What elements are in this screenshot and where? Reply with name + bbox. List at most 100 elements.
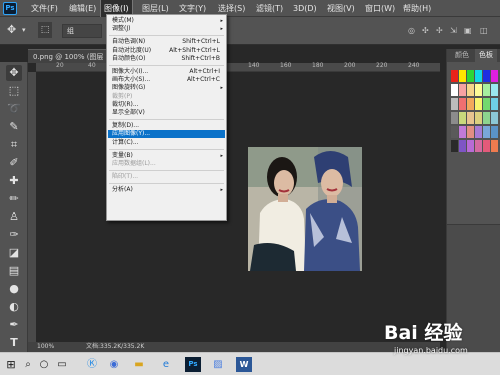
auto-select-icon[interactable]: ⬚ [38,22,52,38]
image-menu-item[interactable]: 画布大小(S)... Alt+Ctrl+C [108,76,225,84]
menu-3d[interactable]: 3D(D) [290,0,320,17]
image-menu-item[interactable]: 模式(M) ▸ [108,17,225,25]
color-swatch[interactable] [475,112,482,124]
3d-pan-icon[interactable]: ✢ [436,26,443,35]
color-swatch[interactable] [467,98,474,110]
image-menu-item[interactable]: 陷印(T)... [108,173,225,181]
blur-tool[interactable]: ● [6,281,22,297]
clone-stamp-tool[interactable]: ♙ [6,209,22,225]
menu-edit[interactable]: 编辑(E) [66,0,99,17]
menu-window[interactable]: 窗口(W) [362,0,398,17]
color-swatch[interactable] [451,98,458,110]
video-icon[interactable]: ◫ [480,26,488,35]
3d-scale-icon[interactable]: ▣ [464,26,472,35]
history-brush-tool[interactable]: ✑ [6,227,22,243]
color-swatch[interactable] [475,84,482,96]
crop-tool[interactable]: ⌗ [6,137,22,153]
image-menu-item[interactable]: 自动色调(N) Shift+Ctrl+L [108,38,225,46]
move-tool-icon[interactable]: ✥ [7,23,16,36]
lasso-tool[interactable]: ➰ [6,101,22,117]
color-swatch[interactable] [491,70,498,82]
color-swatch[interactable] [459,112,466,124]
3d-rotate-icon[interactable]: ✣ [422,26,429,35]
color-swatch[interactable] [491,126,498,138]
gradient-tool[interactable]: ▤ [6,263,22,279]
color-swatch[interactable] [491,140,498,152]
image-menu-item[interactable]: 应用数据组(L)... [108,160,225,168]
menu-view[interactable]: 视图(V) [324,0,358,17]
edge-icon[interactable]: e [158,357,174,372]
color-swatch[interactable] [451,112,458,124]
image-menu-item[interactable]: 裁剪(P) [108,93,225,101]
move-tool[interactable]: ✥ [6,65,22,81]
color-swatch[interactable] [467,112,474,124]
image-menu-item[interactable]: 变量(B) ▸ [108,152,225,160]
image-menu-item[interactable]: 图像旋转(G) ▸ [108,84,225,92]
color-swatch[interactable] [459,70,466,82]
image-menu-item[interactable]: 自动颜色(O) Shift+Ctrl+B [108,55,225,63]
image-menu-item[interactable]: 图像大小(I)... Alt+Ctrl+I [108,68,225,76]
color-swatch[interactable] [467,70,474,82]
color-swatch[interactable] [483,112,490,124]
tab-color[interactable]: 颜色 [451,49,473,62]
menu-help[interactable]: 帮助(H) [400,0,434,17]
3d-slide-icon[interactable]: ⇲ [450,26,457,35]
color-swatch[interactable] [459,140,466,152]
color-swatch[interactable] [451,126,458,138]
brush-tool[interactable]: ✏ [6,191,22,207]
search-icon[interactable]: ⌕ [20,357,36,372]
canvas-area[interactable] [36,72,440,342]
color-swatch[interactable] [459,126,466,138]
color-swatch[interactable] [459,84,466,96]
document-image[interactable] [248,147,362,271]
marquee-tool[interactable]: ⬚ [6,83,22,99]
auto-select-dropdown[interactable]: 组 [62,24,102,38]
task-view-icon[interactable]: ▭ [54,357,70,372]
file-explorer-icon[interactable]: ▬ [131,357,147,372]
color-swatch[interactable] [491,84,498,96]
image-menu-item[interactable]: 调整(J) ▸ [108,25,225,33]
image-menu-item[interactable]: 复制(D)... [108,122,225,130]
app-k-icon[interactable]: Ⓚ [84,357,100,372]
pen-tool[interactable]: ✒ [6,317,22,333]
color-swatch[interactable] [483,98,490,110]
windows-start-icon[interactable]: ⊞ [3,357,19,372]
color-swatch[interactable] [467,140,474,152]
color-swatch[interactable] [459,98,466,110]
chevron-down-icon[interactable]: ▾ [22,26,26,34]
color-swatch[interactable] [483,70,490,82]
tab-swatches[interactable]: 色板 [475,49,497,62]
image-menu-item[interactable]: 自动对比度(U) Alt+Shift+Ctrl+L [108,47,225,55]
color-swatch[interactable] [475,140,482,152]
browser-icon[interactable]: ◉ [106,357,122,372]
dodge-tool[interactable]: ◐ [6,299,22,315]
color-swatch[interactable] [475,126,482,138]
type-tool[interactable]: T [6,335,22,351]
image-menu-item[interactable]: 应用图像(Y)... [108,130,225,139]
image-menu-item[interactable]: 计算(C)... [108,139,225,147]
color-swatch[interactable] [483,140,490,152]
color-swatch[interactable] [451,70,458,82]
color-swatch[interactable] [451,84,458,96]
color-swatch[interactable] [475,98,482,110]
color-swatch[interactable] [467,126,474,138]
eraser-tool[interactable]: ◪ [6,245,22,261]
menu-filter[interactable]: 滤镜(T) [253,0,286,17]
color-swatch[interactable] [451,140,458,152]
color-swatch[interactable] [491,98,498,110]
zoom-level[interactable]: 100% [37,342,54,352]
3d-mode-icon[interactable]: ◎ [408,26,415,35]
image-menu-item[interactable]: 显示全部(V) [108,109,225,117]
color-swatch[interactable] [467,84,474,96]
image-menu-item[interactable]: 裁切(R)... [108,101,225,109]
menu-file[interactable]: 文件(F) [28,0,61,17]
color-swatch[interactable] [483,126,490,138]
healing-brush-tool[interactable]: ✚ [6,173,22,189]
quick-select-tool[interactable]: ✎ [6,119,22,135]
word-icon[interactable]: W [236,357,252,372]
color-swatch[interactable] [475,70,482,82]
photoshop-taskbar-icon[interactable]: Ps [185,357,201,372]
color-swatch[interactable] [483,84,490,96]
color-swatch[interactable] [491,112,498,124]
photos-icon[interactable]: ▨ [210,357,226,372]
